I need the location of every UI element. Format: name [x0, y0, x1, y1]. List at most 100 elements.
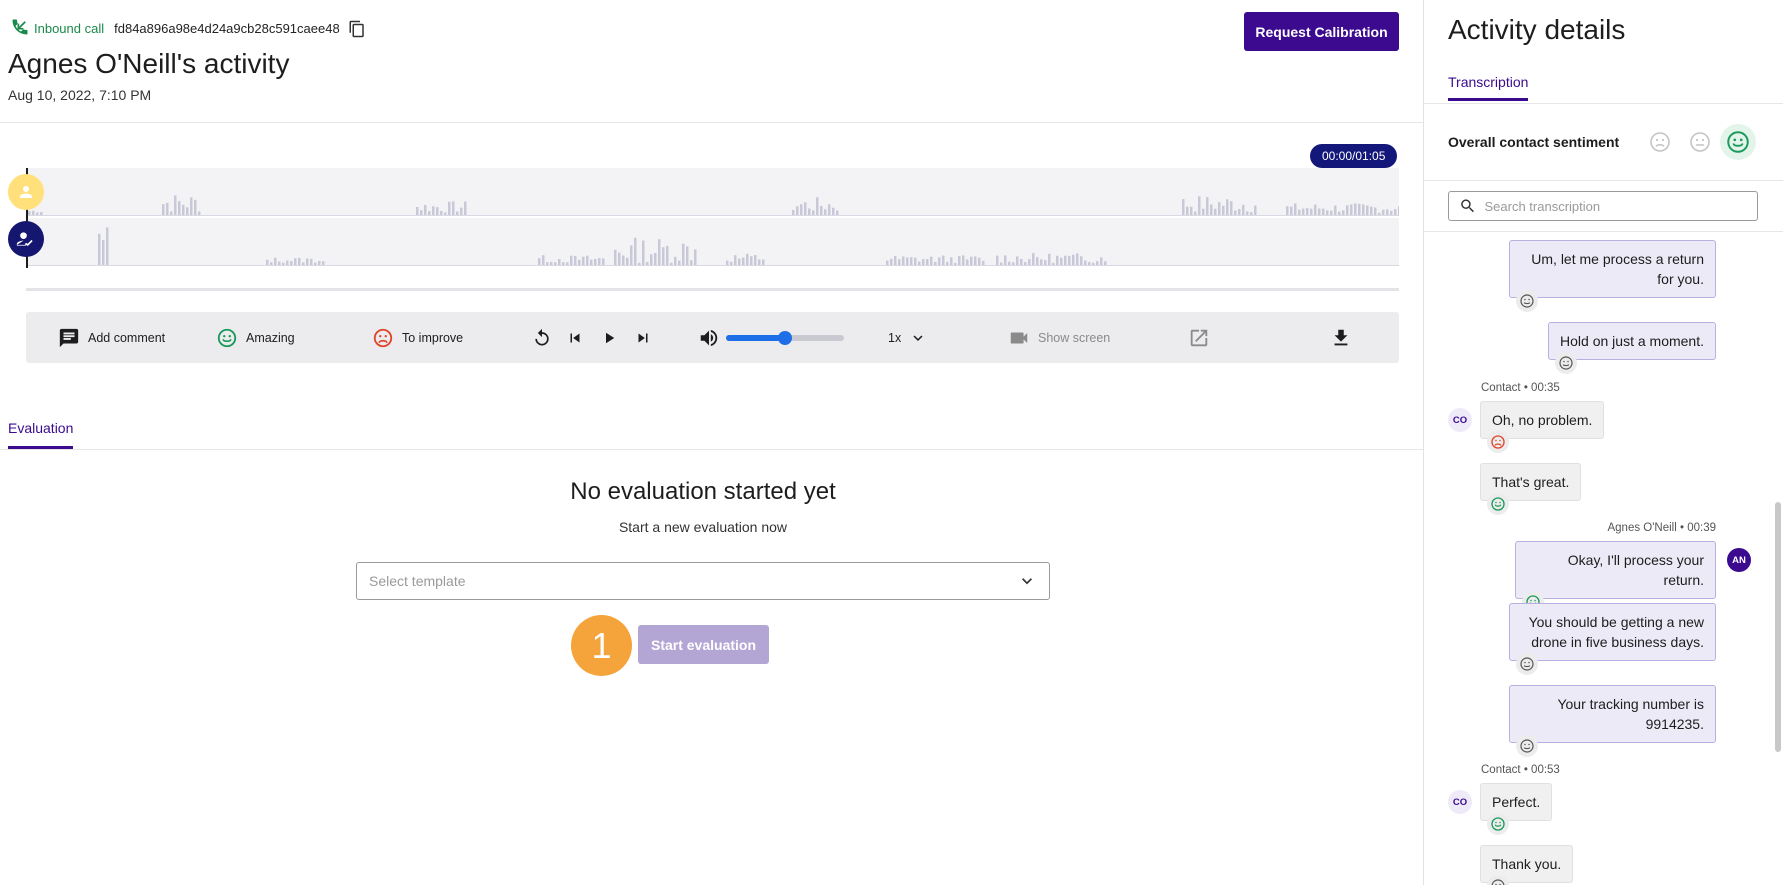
sentiment-positive-button[interactable]: [1720, 124, 1756, 160]
open-external-button[interactable]: [1188, 312, 1210, 363]
waveform-bar: [726, 260, 729, 265]
tab-transcription[interactable]: Transcription: [1448, 74, 1529, 101]
volume-slider-knob[interactable]: [778, 331, 792, 345]
waveform-bar: [1104, 261, 1107, 265]
waveform-bar: [1190, 206, 1193, 215]
transcript-message[interactable]: You should be getting a new drone in five…: [1509, 603, 1716, 675]
waveform-bar: [452, 201, 455, 215]
to-improve-button[interactable]: To improve: [372, 312, 463, 363]
waveform-bar: [886, 260, 889, 265]
copy-icon[interactable]: [348, 20, 366, 38]
message-sentiment-positive-icon[interactable]: [1487, 813, 1509, 835]
add-comment-label: Add comment: [88, 330, 166, 345]
chevron-down-icon: [913, 334, 923, 341]
waveform-bar: [1020, 258, 1023, 265]
message-meta: Contact • 00:53: [1481, 764, 1560, 776]
divider: [0, 122, 1423, 123]
message-sentiment-neutral-icon[interactable]: [1487, 875, 1509, 885]
play-button[interactable]: [600, 312, 618, 363]
waveform-bar: [546, 262, 549, 265]
message-sentiment-neutral-icon[interactable]: [1516, 290, 1538, 312]
waveform-bar: [930, 256, 933, 265]
waveform-bar: [650, 254, 653, 265]
volume-slider[interactable]: [726, 331, 844, 345]
empty-state-title: No evaluation started yet: [570, 478, 836, 505]
transcript-message[interactable]: Your tracking number is 9914235.: [1509, 685, 1716, 757]
waveform-bar: [962, 255, 965, 265]
waveform-bar: [626, 257, 629, 265]
message-sentiment-negative-icon[interactable]: [1487, 431, 1509, 453]
transcription-search[interactable]: [1448, 191, 1758, 221]
waveform-bar: [1246, 211, 1249, 215]
waveform-bar: [586, 255, 589, 265]
waveform-bar: [638, 262, 641, 265]
message-sentiment-neutral-icon[interactable]: [1516, 735, 1538, 757]
skip-next-button[interactable]: [634, 312, 652, 363]
transcript-message[interactable]: Thank you.: [1480, 845, 1574, 885]
waveform-bar: [1004, 255, 1007, 265]
skip-previous-button[interactable]: [566, 312, 584, 363]
message-sentiment-positive-icon[interactable]: [1487, 493, 1509, 515]
tab-evaluation[interactable]: Evaluation: [8, 420, 74, 449]
waveform-bar: [938, 257, 941, 265]
download-button[interactable]: [1330, 312, 1352, 363]
waveform-bar: [420, 210, 423, 215]
replay-button[interactable]: [532, 312, 552, 363]
waveform-bar: [1238, 208, 1241, 215]
playback-speed-select[interactable]: 1x: [888, 312, 927, 363]
transcript-message[interactable]: Perfect.: [1480, 783, 1553, 835]
transcript-list: Um, let me process a return for you. Hold …: [1424, 232, 1774, 885]
waveform-bar: [286, 260, 289, 265]
activity-main: Inbound call fd84a896a98e4d24a9cb28c591c…: [0, 0, 1423, 885]
waveform-bar: [690, 260, 693, 265]
waveform-bar: [642, 240, 645, 265]
transcription-search-input[interactable]: [1484, 198, 1747, 214]
waveform-bar: [622, 255, 625, 265]
transcript-message[interactable]: That's great.: [1480, 463, 1582, 515]
message-sentiment-neutral-icon[interactable]: [1516, 653, 1538, 675]
amazing-button[interactable]: Amazing: [216, 312, 295, 363]
show-screen-button[interactable]: Show screen: [1008, 312, 1110, 363]
waveform-bar: [686, 246, 689, 265]
chevron-down-icon: [1022, 578, 1032, 585]
message-text-line: Perfect.: [1492, 794, 1541, 810]
waveform-bar: [954, 262, 957, 265]
amazing-label: Amazing: [246, 330, 295, 345]
waveform-bar: [966, 259, 969, 265]
waveform-bar: [670, 262, 673, 265]
waveform-bar: [1326, 210, 1329, 215]
transcript-scrollbar[interactable]: [1775, 502, 1781, 752]
waveform-bar: [762, 259, 765, 265]
call-meta: Inbound call fd84a896a98e4d24a9cb28c591c…: [10, 17, 366, 40]
agent-speaker-avatar: [8, 221, 44, 257]
transcript-message[interactable]: Hold on just a moment.: [1548, 322, 1716, 374]
waveform-bar: [1314, 204, 1317, 215]
waveform-bar: [1210, 204, 1213, 215]
transcript-message[interactable]: Um, let me process a return for you.: [1509, 240, 1716, 312]
waveform-bar: [922, 259, 925, 265]
waveform-bar: [1080, 256, 1083, 265]
comment-icon: [59, 328, 79, 347]
waveform-bar: [282, 262, 285, 265]
seek-bar[interactable]: [26, 288, 1399, 291]
volume-button[interactable]: [698, 312, 720, 363]
contact-waveform-track[interactable]: [26, 168, 1399, 216]
waveform-bar: [646, 261, 649, 265]
waveform-bar: [1032, 253, 1035, 265]
transcript-message[interactable]: Okay, I'll process your return.: [1515, 541, 1716, 613]
waveform-bar: [436, 207, 439, 215]
sentiment-neutral-button[interactable]: [1682, 124, 1718, 160]
request-calibration-button[interactable]: Request Calibration: [1244, 12, 1399, 51]
transcript-message[interactable]: Oh, no problem.: [1480, 401, 1605, 453]
message-sentiment-neutral-icon[interactable]: [1555, 352, 1577, 374]
waveform-bar: [322, 261, 325, 265]
sentiment-negative-button[interactable]: [1642, 124, 1678, 160]
agent-waveform-track[interactable]: [26, 218, 1399, 266]
add-comment-button[interactable]: Add comment: [58, 312, 165, 363]
template-select[interactable]: Select template: [356, 562, 1050, 600]
divider: [1424, 180, 1783, 181]
waveform[interactable]: [26, 168, 1399, 268]
start-evaluation-button[interactable]: Start evaluation: [638, 625, 769, 664]
skip-previous-icon: [570, 333, 580, 342]
waveform-bar: [428, 211, 431, 215]
